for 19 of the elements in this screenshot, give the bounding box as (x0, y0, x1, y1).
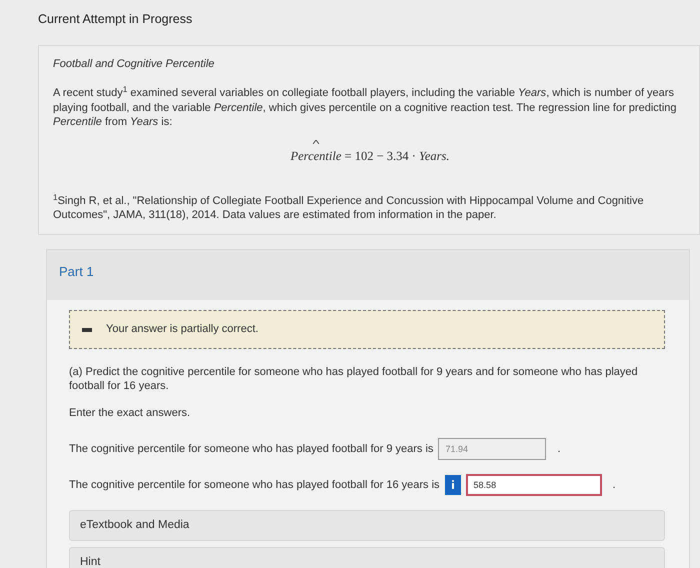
part-title[interactable]: Part 1 (59, 264, 94, 280)
instruction-text: Enter the exact answers. (69, 406, 192, 420)
answer-label: The cognitive percentile for someone who has played football for 9 years is (69, 442, 434, 457)
answer-label: The cognitive percentile for someone who has played football for 16 years is (69, 478, 440, 493)
hat-icon (312, 140, 319, 144)
feedback-text: Your answer is partially correct. (106, 322, 258, 338)
problem-title: Football and Cognitive Percentile (53, 56, 216, 72)
answer-field[interactable]: 58.58 (466, 474, 602, 496)
formula-expression: = 102 − 3.34 · Years. (344, 149, 450, 164)
page-heading: Current Attempt in Progress (38, 11, 194, 28)
formula-variable: Percentile (290, 147, 342, 166)
question-text: (a) Predict the cognitive percentile for someone who has played football for 9 years and for someone who has played football for 16 years. (69, 364, 639, 394)
info-icon[interactable] (444, 474, 461, 495)
footnote-text: $^{1}$Singh R, et al., "Relationship of Collegiate Football Experience and Concussion with Hippocampal Volume and Cognitive Outcomes", JAMA, 311(18), 2014. Data values are estimated from information in the paper. (53, 194, 645, 222)
period-text: . (612, 478, 616, 493)
period-text: . (557, 442, 560, 457)
resource-button[interactable]: Hint (69, 547, 665, 568)
resource-button[interactable]: eTextbook and Media (69, 510, 665, 542)
intro-paragraph: A recent study$^{1}$ examined several variables on collegiate football players, including the variable Years, which is number of years playing football, and the variable Percentile, which gives percentile on a cognitive reaction test. The regression line for predicting Percentile from Years is: (53, 86, 678, 130)
